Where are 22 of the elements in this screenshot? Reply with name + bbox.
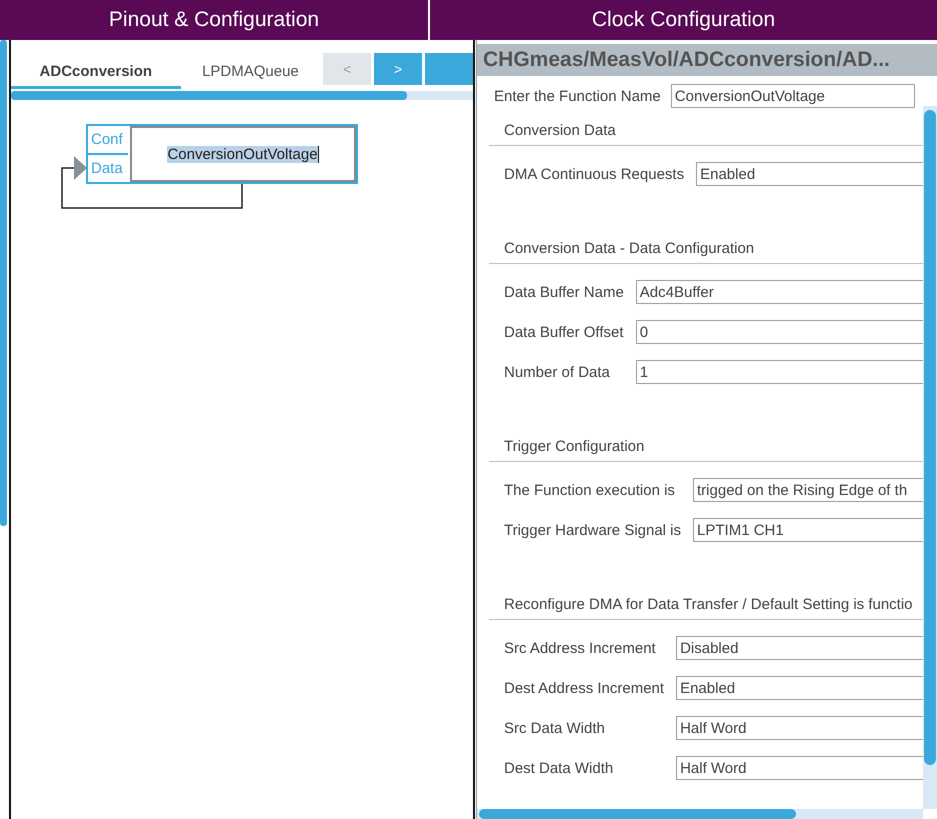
block-name[interactable]: ConversionOutVoltage: [167, 146, 319, 162]
field-label: Number of Data: [504, 364, 611, 380]
tab[interactable]: LPDMAQueue: [180, 51, 320, 89]
scrollbar-thumb[interactable]: [0, 40, 7, 526]
nav-button[interactable]: [425, 53, 473, 85]
field-label: Src Data Width: [504, 720, 606, 736]
field-label: The Function execution is: [504, 482, 676, 498]
scrollbar-thumb[interactable]: [924, 110, 936, 765]
field-label: Src Address Increment: [504, 640, 657, 656]
field-label: Data Buffer Name: [504, 284, 624, 300]
field-label: DMA Continuous Requests: [504, 166, 684, 182]
input-arrow-icon: [74, 156, 87, 180]
field-label: Trigger Hardware Signal is: [504, 522, 682, 538]
function-block[interactable]: Conf Data ConversionOutVoltage: [86, 124, 358, 184]
panel-title: CHGmeas/MeasVol/ADCconversion/AD...: [477, 44, 937, 76]
field-label: Dest Address Increment: [504, 680, 664, 696]
perspective-tab[interactable]: Clock Configuration: [430, 0, 937, 40]
scrollbar-thumb[interactable]: [479, 809, 796, 819]
field-label: Dest Data Width: [504, 760, 614, 776]
input-field[interactable]: ConversionOutVoltage: [670, 84, 915, 108]
field-label: Enter the Function Name: [494, 88, 661, 104]
field-label: Data Buffer Offset: [504, 324, 624, 340]
